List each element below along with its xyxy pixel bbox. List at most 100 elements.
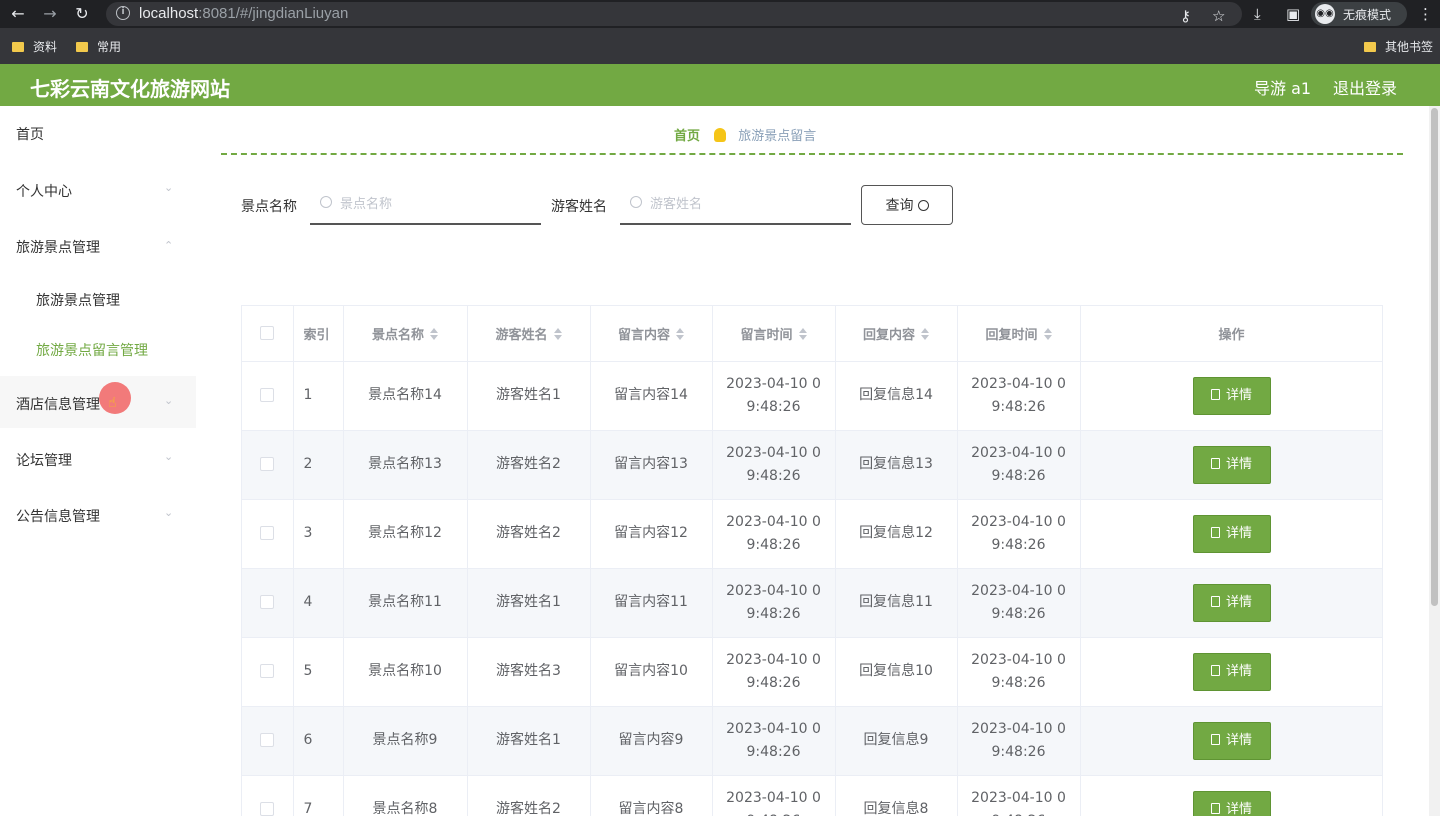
page-scrollbar[interactable] bbox=[1429, 106, 1440, 816]
menu-kebab-icon[interactable]: ⋮ bbox=[1418, 4, 1433, 24]
table-row: 3 景点名称12 游客姓名2 留言内容12 2023-04-10 0 9:48:26 回复信… bbox=[242, 499, 1382, 569]
sort-icon[interactable] bbox=[1043, 327, 1052, 340]
table-row: 4 景点名称11 游客姓名1 留言内容11 2023-04-10 0 9:48:26 回复信… bbox=[242, 568, 1382, 638]
cell-index: 1 bbox=[293, 361, 344, 431]
detail-button[interactable]: 详情 bbox=[1192, 514, 1271, 553]
chevron-down-icon: ⌄ bbox=[164, 450, 174, 463]
sort-icon[interactable] bbox=[921, 327, 929, 340]
row-select-cell bbox=[242, 775, 294, 816]
cell-reply: 回复信息8 bbox=[835, 775, 958, 816]
select-all-checkbox[interactable] bbox=[260, 326, 275, 341]
key-icon[interactable]: ⚷ bbox=[1180, 6, 1191, 26]
sidebar-item-forum-management[interactable]: 论坛管理 ⌄ bbox=[0, 432, 196, 484]
detail-button[interactable]: 详情 bbox=[1192, 790, 1271, 816]
row-select-cell bbox=[242, 499, 294, 569]
column-header-reply-time[interactable]: 回复时间 bbox=[957, 306, 1081, 362]
column-header-content[interactable]: 留言内容 bbox=[590, 306, 713, 362]
address-bar[interactable]: i localhost:8081/#/jingdianLiuyan ⚷ ☆ bbox=[106, 2, 1242, 26]
column-header-spot[interactable]: 景点名称 bbox=[343, 306, 468, 362]
folder-icon bbox=[1364, 42, 1376, 52]
chevron-down-icon: ⌄ bbox=[164, 181, 174, 194]
detail-button[interactable]: 详情 bbox=[1192, 652, 1271, 691]
cell-reply: 回复信息12 bbox=[835, 499, 958, 569]
sort-icon[interactable] bbox=[553, 327, 562, 340]
cell-content: 留言内容14 bbox=[590, 361, 713, 431]
cell-spot: 景点名称14 bbox=[343, 361, 468, 431]
bookmark-folder-2[interactable]: 常用 bbox=[76, 38, 121, 55]
query-button[interactable]: 查询 bbox=[861, 185, 953, 225]
column-header-time[interactable]: 留言时间 bbox=[712, 306, 836, 362]
cell-visitor: 游客姓名2 bbox=[467, 430, 591, 500]
sidebar-item-personal-center[interactable]: 个人中心 ⌄ bbox=[0, 163, 196, 215]
detail-button[interactable]: 详情 bbox=[1192, 721, 1271, 760]
sidebar-subitem-scenic-messages[interactable]: 旅游景点留言管理 bbox=[0, 323, 196, 373]
logout-link[interactable]: 退出登录 bbox=[1333, 75, 1397, 99]
cell-visitor: 游客姓名2 bbox=[467, 499, 591, 569]
detail-button[interactable]: 详情 bbox=[1192, 445, 1271, 484]
detail-button[interactable]: 详情 bbox=[1192, 376, 1271, 415]
document-icon bbox=[1210, 388, 1220, 400]
cell-reply-time: 2023-04-10 09:48:26 bbox=[957, 706, 1081, 776]
cell-index: 6 bbox=[293, 706, 344, 776]
row-checkbox[interactable] bbox=[260, 526, 275, 540]
row-select-cell bbox=[242, 361, 294, 431]
bookmark-star-icon[interactable]: ☆ bbox=[1212, 6, 1225, 26]
cell-time: 2023-04-10 09:48:26 bbox=[712, 361, 836, 431]
chevron-down-icon: ⌄ bbox=[164, 506, 174, 519]
sort-icon[interactable] bbox=[676, 327, 684, 340]
table-header-row: 索引 景点名称 游客姓名 留言内容 留言时间 回复内容 回复时间 操作 bbox=[242, 306, 1382, 362]
incognito-badge[interactable]: ◉◉ 无痕模式 bbox=[1311, 2, 1407, 26]
cell-reply: 回复信息10 bbox=[835, 637, 958, 707]
query-button-label: 查询 bbox=[885, 198, 914, 214]
sidebar-item-notice-management[interactable]: 公告信息管理 ⌄ bbox=[0, 488, 196, 540]
sidepanel-icon[interactable]: ▣ bbox=[1286, 4, 1300, 24]
url-text: localhost:8081/#/jingdianLiuyan bbox=[139, 5, 349, 22]
cell-time: 2023-04-10 09:48:26 bbox=[712, 637, 836, 707]
download-icon[interactable]: ⤓ bbox=[1254, 4, 1261, 24]
scrollbar-thumb[interactable] bbox=[1431, 108, 1438, 606]
bookmark-folder-1[interactable]: 资料 bbox=[12, 38, 57, 55]
search-icon bbox=[917, 200, 929, 211]
document-icon bbox=[1210, 526, 1220, 538]
detail-button[interactable]: 详情 bbox=[1192, 583, 1271, 622]
cell-content: 留言内容11 bbox=[590, 568, 713, 638]
cell-reply-time: 2023-04-10 09:48:26 bbox=[957, 361, 1081, 431]
sidebar-subitem-scenic[interactable]: 旅游景点管理 bbox=[0, 273, 196, 323]
site-title: 七彩云南文化旅游网站 bbox=[30, 77, 230, 101]
cell-visitor: 游客姓名3 bbox=[467, 637, 591, 707]
sidebar-item-home[interactable]: 首页 bbox=[0, 106, 196, 158]
forward-icon[interactable]: → bbox=[40, 4, 60, 24]
back-icon[interactable]: ← bbox=[8, 4, 28, 24]
cell-visitor: 游客姓名1 bbox=[467, 361, 591, 431]
cell-spot: 景点名称10 bbox=[343, 637, 468, 707]
sort-icon[interactable] bbox=[430, 327, 438, 340]
document-icon bbox=[1210, 457, 1220, 469]
site-info-icon[interactable]: i bbox=[116, 6, 130, 20]
row-select-cell bbox=[242, 706, 294, 776]
visitor-name-input[interactable] bbox=[650, 192, 840, 216]
spot-name-input[interactable] bbox=[340, 192, 530, 216]
breadcrumb-home[interactable]: 首页 bbox=[674, 129, 700, 144]
row-checkbox[interactable] bbox=[260, 595, 275, 609]
row-checkbox[interactable] bbox=[260, 664, 275, 678]
column-header-visitor[interactable]: 游客姓名 bbox=[467, 306, 591, 362]
cell-time: 2023-04-10 09:48:26 bbox=[712, 568, 836, 638]
column-header-index: 索引 bbox=[293, 306, 344, 362]
sidebar-item-hotel-management[interactable]: 酒店信息管理 ⌄ bbox=[0, 376, 196, 428]
sidebar-item-label: 个人中心 bbox=[16, 184, 72, 200]
row-checkbox[interactable] bbox=[260, 802, 275, 816]
row-checkbox[interactable] bbox=[260, 457, 275, 471]
reload-icon[interactable]: ↻ bbox=[72, 4, 92, 24]
cell-time: 2023-04-10 09:48:26 bbox=[712, 499, 836, 569]
cell-spot: 景点名称8 bbox=[343, 775, 468, 816]
incognito-label: 无痕模式 bbox=[1343, 8, 1392, 22]
sidebar-subitem-label: 旅游景点管理 bbox=[36, 293, 120, 309]
row-checkbox[interactable] bbox=[260, 733, 275, 747]
row-checkbox[interactable] bbox=[260, 388, 275, 402]
sort-icon[interactable] bbox=[798, 327, 807, 340]
cell-visitor: 游客姓名2 bbox=[467, 775, 591, 816]
column-header-reply[interactable]: 回复内容 bbox=[835, 306, 958, 362]
other-bookmarks[interactable]: 其他书签 bbox=[1364, 38, 1433, 55]
sidebar-item-scenic-management[interactable]: 旅游景点管理 ⌃ bbox=[0, 219, 196, 271]
incognito-icon: ◉◉ bbox=[1315, 4, 1335, 24]
